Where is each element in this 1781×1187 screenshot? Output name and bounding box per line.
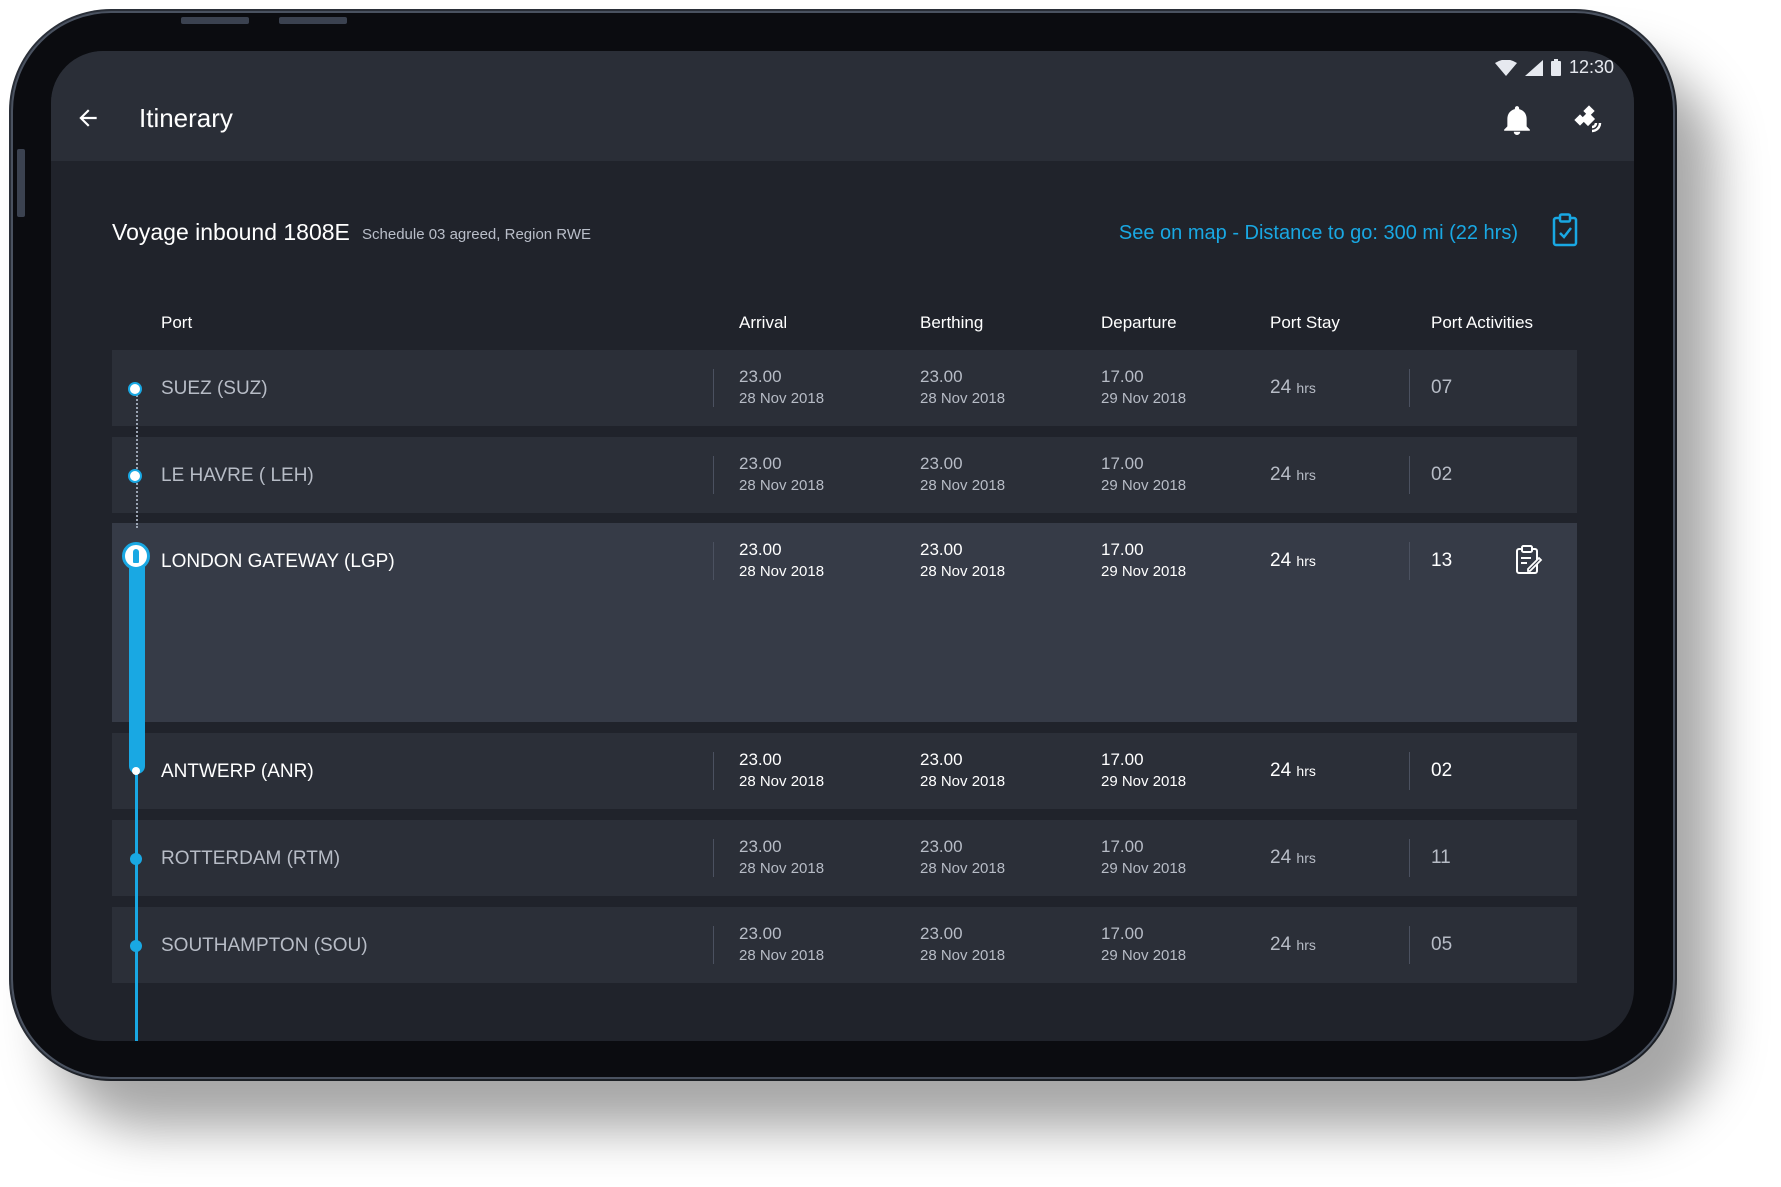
berthing-cell: 23.00 28 Nov 2018 (920, 924, 1006, 964)
berthing-cell: 23.00 28 Nov 2018 (920, 837, 1006, 877)
arrival-cell: 23.00 28 Nov 2018 (739, 367, 825, 407)
arrival-cell: 23.00 28 Nov 2018 (739, 750, 825, 790)
port-stay-cell: 24 hrs (1270, 550, 1316, 571)
timeline-node (130, 853, 142, 865)
timeline-node (128, 469, 142, 483)
column-divider (713, 752, 714, 790)
departure-cell: 17.00 29 Nov 2018 (1101, 750, 1187, 790)
hardware-button (17, 149, 25, 217)
clipboard-check-icon[interactable] (1552, 213, 1578, 247)
port-name: SUEZ (SUZ) (161, 378, 268, 399)
column-divider (1409, 839, 1410, 877)
berthing-cell: 23.00 28 Nov 2018 (920, 750, 1006, 790)
voyage-title: Voyage inbound 1808E (112, 219, 350, 245)
departure-cell: 17.00 29 Nov 2018 (1101, 837, 1187, 877)
table-row[interactable]: ROTTERDAM (RTM) 23.00 28 Nov 2018 23.00 28… (112, 820, 1577, 896)
table-header: Port Arrival Berthing Departure Port Sta… (51, 313, 1634, 339)
wifi-icon (1494, 59, 1517, 76)
port-stay-cell: 24 hrs (1270, 377, 1316, 398)
screen: 12:30 Itinerary Voyage inbound 1808E Sch… (51, 51, 1634, 1041)
signal-icon (1524, 59, 1543, 76)
timeline-dotted-track (136, 388, 138, 528)
activities-count[interactable]: 13 (1431, 550, 1452, 572)
ship-marker-icon (133, 549, 139, 563)
header-departure[interactable]: Departure (1101, 313, 1177, 333)
header-port-stay[interactable]: Port Stay (1270, 313, 1340, 333)
departure-cell: 17.00 29 Nov 2018 (1101, 924, 1187, 964)
activities-count[interactable]: 02 (1431, 760, 1452, 782)
table-row[interactable]: SUEZ (SUZ) 23.00 28 Nov 2018 23.00 28 Nov … (112, 350, 1577, 426)
port-stay-cell: 24 hrs (1270, 760, 1316, 781)
bell-icon[interactable] (1504, 105, 1530, 135)
app-bar: 12:30 Itinerary (51, 51, 1634, 161)
column-divider (1409, 752, 1410, 790)
timeline-progress-bar (129, 559, 145, 774)
arrival-cell: 23.00 28 Nov 2018 (739, 837, 825, 877)
page-title: Itinerary (139, 103, 233, 133)
current-position-node (122, 542, 150, 570)
timeline-node (130, 940, 142, 952)
activities-count[interactable]: 11 (1431, 847, 1451, 869)
port-name: SOUTHAMPTON (SOU) (161, 935, 368, 956)
departure-cell: 17.00 29 Nov 2018 (1101, 540, 1187, 580)
timeline-node (132, 767, 140, 775)
header-arrival[interactable]: Arrival (739, 313, 787, 333)
column-divider (1409, 369, 1410, 407)
port-name: ROTTERDAM (RTM) (161, 848, 341, 869)
schedule-info: Schedule 03 agreed, Region RWE (362, 226, 592, 243)
table-row[interactable]: SOUTHAMPTON (SOU) 23.00 28 Nov 2018 23.00… (112, 907, 1577, 983)
column-divider (713, 369, 714, 407)
port-name: LONDON GATEWAY (LGP) (161, 551, 395, 572)
port-name: LE HAVRE ( LEH) (161, 465, 314, 486)
activities-count[interactable]: 05 (1431, 934, 1452, 956)
activities-count[interactable]: 02 (1431, 464, 1452, 486)
timeline-track (135, 774, 138, 1041)
departure-cell: 17.00 29 Nov 2018 (1101, 367, 1187, 407)
table-row-expanded[interactable]: LONDON GATEWAY (LGP) 23.00 28 Nov 2018 23… (112, 523, 1577, 722)
see-on-map-link[interactable]: See on map - Distance to go: 300 mi (22 … (1119, 222, 1518, 245)
port-stay-cell: 24 hrs (1270, 464, 1316, 485)
battery-icon (1550, 59, 1561, 76)
column-divider (713, 926, 714, 964)
column-divider (713, 839, 714, 877)
port-stay-cell: 24 hrs (1270, 934, 1316, 955)
hardware-button (181, 17, 249, 24)
arrival-cell: 23.00 28 Nov 2018 (739, 924, 825, 964)
port-name: ANTWERP (ANR) (161, 761, 314, 782)
berthing-cell: 23.00 28 Nov 2018 (920, 540, 1006, 580)
column-divider (713, 456, 714, 494)
berthing-cell: 23.00 28 Nov 2018 (920, 367, 1006, 407)
column-divider (1409, 456, 1410, 494)
activities-count[interactable]: 07 (1431, 377, 1452, 399)
table-row[interactable]: LE HAVRE ( LEH) 23.00 28 Nov 2018 23.00 28… (112, 437, 1577, 513)
arrow-left-icon[interactable] (75, 105, 101, 131)
departure-cell: 17.00 29 Nov 2018 (1101, 454, 1187, 494)
column-divider (1409, 542, 1410, 580)
status-bar: 12:30 (1494, 57, 1614, 78)
berthing-cell: 23.00 28 Nov 2018 (920, 454, 1006, 494)
arrival-cell: 23.00 28 Nov 2018 (739, 540, 825, 580)
clipboard-edit-icon[interactable] (1515, 545, 1543, 575)
hardware-button (279, 17, 347, 24)
column-divider (713, 542, 714, 580)
header-port-activities[interactable]: Port Activities (1431, 313, 1533, 333)
arrival-cell: 23.00 28 Nov 2018 (739, 454, 825, 494)
timeline-node (128, 382, 142, 396)
header-berthing[interactable]: Berthing (920, 313, 983, 333)
status-time: 12:30 (1568, 57, 1614, 77)
table-row[interactable]: ANTWERP (ANR) 23.00 28 Nov 2018 23.00 28 N… (112, 733, 1577, 809)
satellite-icon[interactable] (1572, 103, 1604, 135)
header-port[interactable]: Port (161, 313, 192, 333)
column-divider (1409, 926, 1410, 964)
port-stay-cell: 24 hrs (1270, 847, 1316, 868)
